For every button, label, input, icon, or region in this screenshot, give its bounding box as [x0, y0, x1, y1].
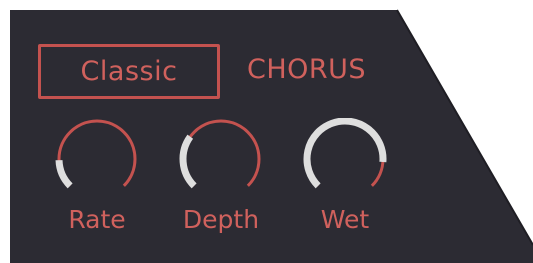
rate-label: Rate [68, 205, 126, 234]
rate-knob-track [57, 119, 137, 187]
wet-knob[interactable] [298, 118, 392, 200]
preset-label: Classic [80, 56, 178, 87]
effect-title: CHORUS [247, 54, 367, 85]
depth-knob-track [181, 119, 261, 187]
wet-knob-value-arc [303, 118, 387, 189]
rate-knob[interactable] [50, 118, 144, 200]
rate-knob-value-arc [55, 159, 73, 189]
depth-label: Depth [182, 205, 260, 234]
depth-knob-value-arc [179, 134, 197, 189]
chorus-module: Classic CHORUS Rate Depth Wet [0, 0, 533, 263]
preset-button[interactable]: Classic [38, 44, 220, 99]
wet-label: Wet [320, 205, 370, 234]
depth-knob[interactable] [174, 118, 268, 200]
